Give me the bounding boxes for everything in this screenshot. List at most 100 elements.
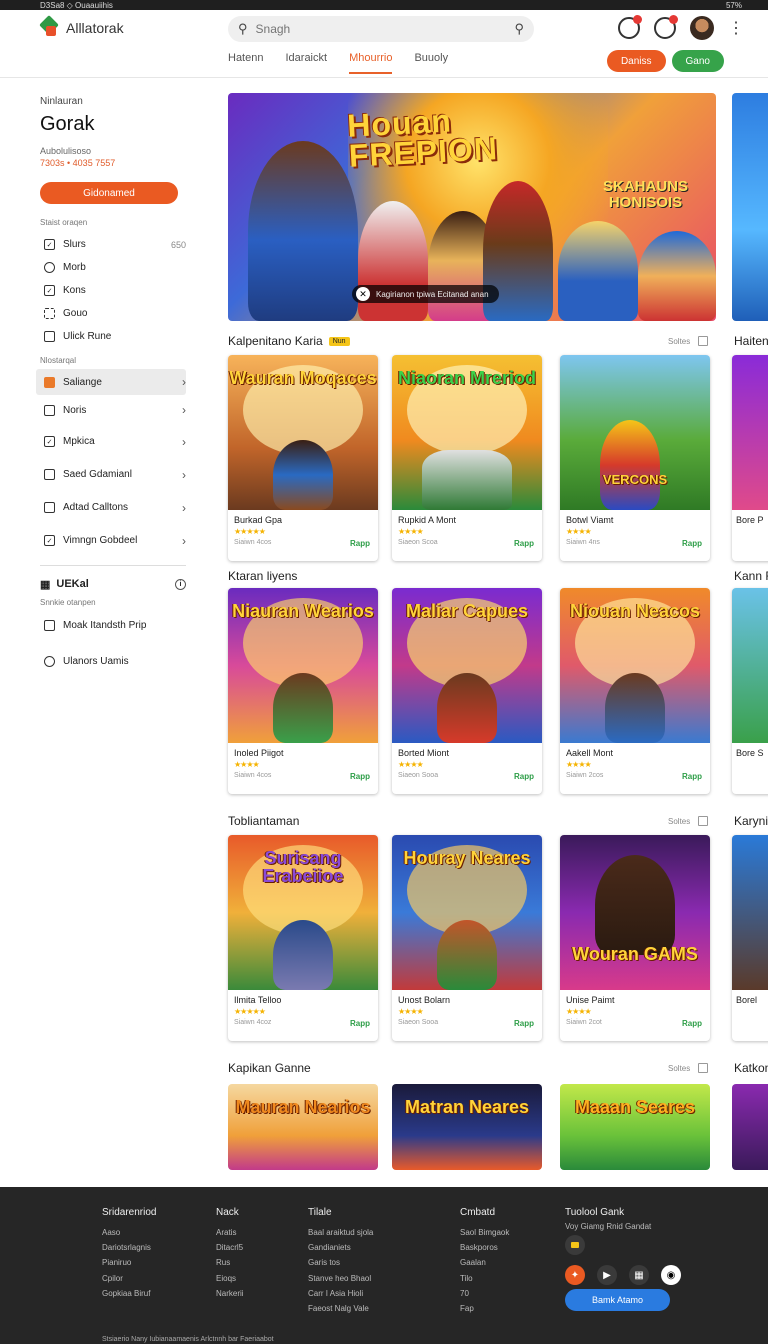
footer-link[interactable]: Rus xyxy=(216,1255,244,1270)
play-button[interactable]: Rapp xyxy=(350,539,370,548)
game-card[interactable]: Mauran Nearios xyxy=(228,1084,378,1170)
game-card[interactable]: Niouan Neacos Aakell Mont ★★★★ Siaiwn 2c… xyxy=(560,588,710,794)
hero-title: Houan FREPION xyxy=(346,102,499,174)
footer-cta-button[interactable]: Bamk Atamo xyxy=(565,1289,670,1311)
section-more-link[interactable]: Soltes xyxy=(668,816,709,826)
info-icon[interactable]: i xyxy=(175,578,186,590)
play-button[interactable]: Rapp xyxy=(682,1019,702,1028)
gano-button[interactable]: Gano xyxy=(671,50,724,72)
play-button[interactable]: Rapp xyxy=(682,539,702,548)
record-icon[interactable]: ◉ xyxy=(661,1265,681,1285)
footer-link[interactable]: Pianiruo xyxy=(102,1255,156,1270)
footer-link[interactable]: Gopkiaa Biruf xyxy=(102,1286,156,1301)
game-card[interactable]: Wauran Moqaces Burkad Gpa ★★★★★ Siaiwn 4… xyxy=(228,355,378,561)
game-card-peek[interactable] xyxy=(732,1084,768,1170)
game-card[interactable]: Wouran GAMS Unise Paimt ★★★★ Siaiwn 2cot… xyxy=(560,835,710,1041)
sidebar-item-ulick-rune[interactable]: Ulick Rune xyxy=(40,325,186,348)
tab-mhourrio[interactable]: Mhourrio xyxy=(349,52,393,74)
footer-link[interactable]: Aratis xyxy=(216,1225,244,1240)
footer-link[interactable]: Gandianiets xyxy=(308,1240,373,1255)
footer-link[interactable]: Ditacrl5 xyxy=(216,1240,244,1255)
game-card[interactable]: Niaoran Mreriod Rupkid A Mont ★★★★ Siaeo… xyxy=(392,355,542,561)
search-input[interactable] xyxy=(255,22,507,36)
footer-link[interactable]: Baskporos xyxy=(460,1240,509,1255)
folder-icon[interactable] xyxy=(565,1235,585,1255)
section-more-label: Soltes xyxy=(668,816,691,826)
play-icon[interactable]: ▶ xyxy=(597,1265,617,1285)
notification-icon[interactable] xyxy=(618,15,642,39)
game-meta: Siaiwn 4cos xyxy=(234,539,272,546)
sidebar-item-mpkica[interactable]: ✓ Mpkica › xyxy=(40,425,186,458)
search-submit-icon[interactable]: ⚲ xyxy=(514,21,524,37)
hero-banner[interactable]: Houan FREPION SKAHAUNS HONISOIS ✕ Kagiria… xyxy=(228,93,716,321)
game-card[interactable]: VERCONS Botwl Viamt ★★★★ Siaiwn 4ns Rapp xyxy=(560,355,710,561)
messages-icon[interactable] xyxy=(654,15,678,39)
art-title: Mauran Nearios xyxy=(235,1097,371,1117)
sidebar-item-ulanors[interactable]: Ulanors Uamis xyxy=(40,643,186,679)
game-card[interactable]: Niauran Wearios Inoled Piigot ★★★★ Siaiw… xyxy=(228,588,378,794)
sidebar-item-moak[interactable]: Moak Itandsth Prip xyxy=(40,607,186,643)
app-title: Alllatorak xyxy=(66,20,124,36)
footer-link[interactable]: Tilo xyxy=(460,1271,509,1286)
tab-idaraickt[interactable]: Idaraickt xyxy=(285,52,327,74)
game-card-peek[interactable]: Bore S xyxy=(732,588,768,794)
game-card[interactable]: Maaan Seares xyxy=(560,1084,710,1170)
sidebar-item-slurs[interactable]: ✓ Slurs 650 xyxy=(40,233,186,256)
game-card[interactable]: Houray Neares Unost Bolarn ★★★★ Siaeon S… xyxy=(392,835,542,1041)
more-menu-icon[interactable]: ⋮ xyxy=(728,18,744,38)
tab-buuoly[interactable]: Buuoly xyxy=(414,52,448,74)
game-card[interactable]: Maliar Capues Borted Miont ★★★★ Siaeon S… xyxy=(392,588,542,794)
footer-link[interactable]: Faeost Nalg Vale xyxy=(308,1301,373,1316)
notification-badge xyxy=(633,15,642,24)
play-button[interactable]: Rapp xyxy=(514,1019,534,1028)
sidebar-item-gouo[interactable]: Gouo xyxy=(40,302,186,325)
footer-link[interactable]: Carr I Asia Hioli xyxy=(308,1286,373,1301)
sidebar-item-kons[interactable]: ✓ Kons xyxy=(40,279,186,302)
play-button[interactable]: Rapp xyxy=(514,772,534,781)
hero-next-peek[interactable] xyxy=(732,93,768,321)
sidebar-cta-button[interactable]: Gidonamed xyxy=(40,182,178,204)
user-avatar[interactable] xyxy=(690,16,714,40)
sidebar-item-noris[interactable]: Noris › xyxy=(40,395,186,425)
footer-link[interactable]: Gaalan xyxy=(460,1255,509,1270)
close-icon[interactable]: ✕ xyxy=(356,287,370,301)
footer-link[interactable]: Aaso xyxy=(102,1225,156,1240)
footer-link[interactable]: Fap xyxy=(460,1301,509,1316)
footer-link[interactable]: Garis tos xyxy=(308,1255,373,1270)
daniss-button[interactable]: Daniss xyxy=(606,50,666,72)
sidebar-item-saliange[interactable]: Saliange › xyxy=(36,369,186,395)
footer-link[interactable]: Cpilor xyxy=(102,1271,156,1286)
tab-hatenn[interactable]: Hatenn xyxy=(228,52,263,74)
art-character xyxy=(273,673,333,743)
share-icon[interactable]: ✦ xyxy=(565,1265,585,1285)
art-title: Niouan Neacos xyxy=(569,601,701,621)
sidebar-section-label-2: Nlostarqal xyxy=(40,356,77,365)
sidebar-item-adtad-calltons[interactable]: Adtad Calltons › xyxy=(40,491,186,524)
game-card[interactable]: Surisang Erabeiioe Ilmita Telloo ★★★★★ S… xyxy=(228,835,378,1041)
footer-link[interactable]: Saol Bimgaok xyxy=(460,1225,509,1240)
footer-link[interactable]: Dariotsrlagnis xyxy=(102,1240,156,1255)
play-button[interactable]: Rapp xyxy=(350,772,370,781)
sidebar-item-morb[interactable]: Morb xyxy=(40,256,186,279)
footer-link[interactable]: Baal araiktud sjola xyxy=(308,1225,373,1240)
sidebar-item-label: Moak Itandsth Prip xyxy=(63,619,147,631)
game-card-peek[interactable]: Borel xyxy=(732,835,768,1041)
play-button[interactable]: Rapp xyxy=(682,772,702,781)
section-more-link[interactable]: Soltes xyxy=(668,1063,709,1073)
sidebar-item-saed-gdamianl[interactable]: Saed Gdamianl › xyxy=(40,458,186,491)
sidebar-item-vimngn-gobdeel[interactable]: ✓ Vimngn Gobdeel › xyxy=(40,524,186,557)
footer-link[interactable]: 70 xyxy=(460,1286,509,1301)
search-bar[interactable]: ⚲ ⚲ xyxy=(228,16,534,42)
app-logo[interactable]: Alllatorak xyxy=(39,15,124,38)
footer-link[interactable]: Narkerii xyxy=(216,1286,244,1301)
play-button[interactable]: Rapp xyxy=(350,1019,370,1028)
section-more-link[interactable]: Soltes xyxy=(668,336,709,346)
play-button[interactable]: Rapp xyxy=(514,539,534,548)
game-meta: Siaeon Sooa xyxy=(398,1019,439,1026)
game-card-peek[interactable]: Bore P xyxy=(732,355,768,561)
hero-caption[interactable]: ✕ Kagirianon tpiwa Ecitanad anan xyxy=(352,285,499,303)
gamepad-icon[interactable]: ▦ xyxy=(629,1265,649,1285)
footer-link[interactable]: Stanve heo Bhaol xyxy=(308,1271,373,1286)
footer-link[interactable]: Eioqs xyxy=(216,1271,244,1286)
game-card[interactable]: Matran Neares xyxy=(392,1084,542,1170)
